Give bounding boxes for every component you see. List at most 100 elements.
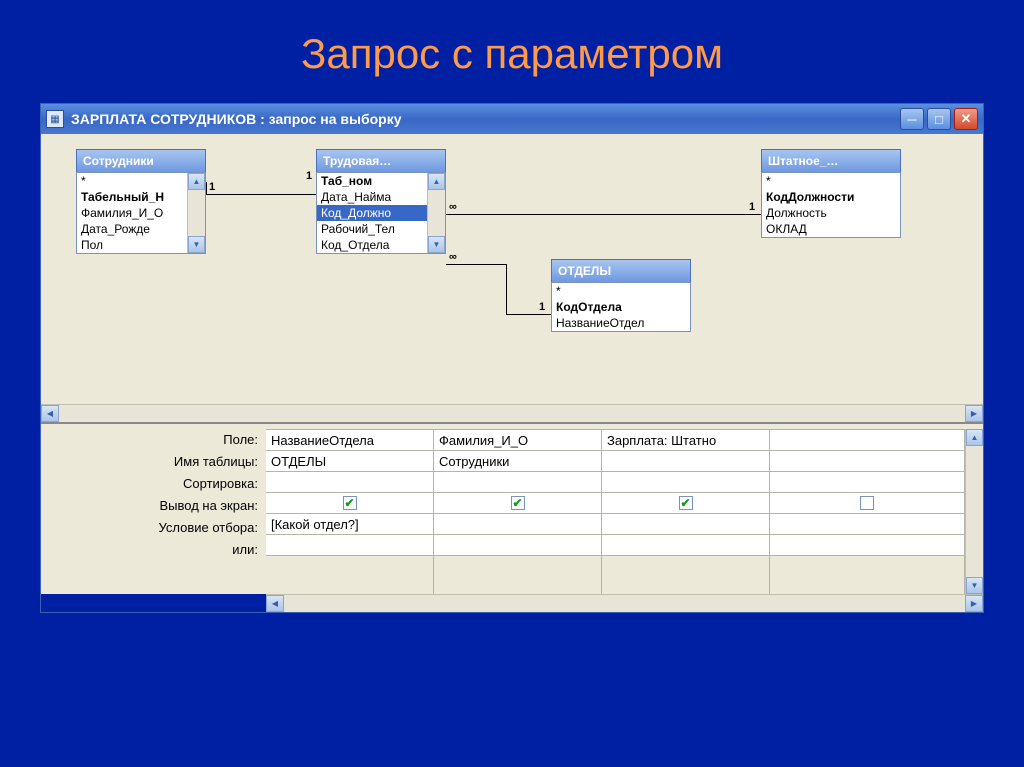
field-item[interactable]: Пол [77,237,187,253]
scroll-left-icon[interactable]: ◀ [266,595,284,612]
checkbox-checked-icon[interactable]: ✔ [343,496,357,510]
scroll-right-icon[interactable]: ▶ [965,595,983,612]
scroll-down-icon[interactable]: ▼ [188,236,205,253]
relation-cardinality: 1 [749,201,755,213]
cell-or[interactable] [602,534,769,556]
field-item[interactable]: Рабочий_Тел [317,221,427,237]
scrollbar-horizontal[interactable]: ◀ ▶ [41,404,983,422]
relation-cardinality: ∞ [449,251,457,263]
field-item[interactable]: НазваниеОтдел [552,315,690,331]
relationship-line [506,314,551,315]
grid-column[interactable]: Зарплата: Штатно ✔ [602,429,770,594]
relationship-line[interactable] [446,264,506,265]
cell-sort[interactable] [770,471,964,493]
relation-cardinality: 1 [306,170,312,182]
checkbox-unchecked-icon[interactable] [860,496,874,510]
grid-column[interactable] [770,429,965,594]
label-or: или: [41,539,266,561]
cell-field[interactable]: Зарплата: Штатно [602,429,769,451]
scroll-up-icon[interactable]: ▲ [428,173,445,190]
scrollbar-vertical[interactable]: ▲ ▼ [187,173,205,253]
grid-column[interactable]: НазваниеОтдела ОТДЕЛЫ ✔ [Какой отдел?] [266,429,434,594]
scroll-left-icon[interactable]: ◀ [41,405,59,422]
cell-sort[interactable] [602,471,769,493]
grid-columns[interactable]: НазваниеОтдела ОТДЕЛЫ ✔ [Какой отдел?] Ф… [266,429,965,594]
field-item[interactable]: Фамилия_И_О [77,205,187,221]
cell-table[interactable] [602,450,769,472]
scroll-up-icon[interactable]: ▲ [966,429,983,446]
table-departments[interactable]: ОТДЕЛЫ * КодОтдела НазваниеОтдел [551,259,691,332]
cell-sort[interactable] [434,471,601,493]
cell-or[interactable] [434,534,601,556]
cell-criteria[interactable]: [Какой отдел?] [266,513,433,535]
label-field: Поле: [41,429,266,451]
checkbox-checked-icon[interactable]: ✔ [511,496,525,510]
relationships-pane[interactable]: Сотрудники * Табельный_Н Фамилия_И_О Дат… [41,134,983,424]
cell-show[interactable]: ✔ [434,492,601,514]
table-header[interactable]: Штатное_… [761,149,901,172]
scrollbar-vertical[interactable]: ▲ ▼ [427,173,445,253]
label-sort: Сортировка: [41,473,266,495]
label-criteria: Условие отбора: [41,517,266,539]
relationship-line[interactable] [206,194,316,195]
minimize-button[interactable]: ─ [900,108,924,130]
cell-field[interactable]: НазваниеОтдела [266,429,433,451]
field-list[interactable]: * КодДолжности Должность ОКЛАД [762,173,900,237]
relationship-line [506,264,507,314]
scroll-right-icon[interactable]: ▶ [965,405,983,422]
cell-criteria[interactable] [602,513,769,535]
scroll-down-icon[interactable]: ▼ [966,577,983,594]
maximize-button[interactable]: □ [927,108,951,130]
field-item[interactable]: Дата_Найма [317,189,427,205]
cell-show[interactable]: ✔ [266,492,433,514]
label-table: Имя таблицы: [41,451,266,473]
slide-title: Запрос с параметром [0,0,1024,103]
scrollbar-horizontal[interactable]: ◀ ▶ [266,594,983,612]
cell-or[interactable] [266,534,433,556]
grid-column[interactable]: Фамилия_И_О Сотрудники ✔ [434,429,602,594]
field-list[interactable]: * Табельный_Н Фамилия_И_О Дата_Рожде Пол [77,173,187,253]
cell-field[interactable] [770,429,964,451]
grid-row-labels: Поле: Имя таблицы: Сортировка: Вывод на … [41,424,266,594]
cell-criteria[interactable] [770,513,964,535]
cell-table[interactable]: Сотрудники [434,450,601,472]
close-button[interactable]: ✕ [954,108,978,130]
field-item[interactable]: Дата_Рожде [77,221,187,237]
field-item[interactable]: Табельный_Н [77,189,187,205]
cell-table[interactable] [770,450,964,472]
field-item[interactable]: * [77,173,187,189]
cell-sort[interactable] [266,471,433,493]
field-list[interactable]: Таб_ном Дата_Найма Код_Должно Рабочий_Те… [317,173,427,253]
field-item[interactable]: КодДолжности [762,189,900,205]
scrollbar-vertical[interactable]: ▲ ▼ [965,429,983,594]
cell-or[interactable] [770,534,964,556]
field-list[interactable]: * КодОтдела НазваниеОтдел [552,283,690,331]
field-item[interactable]: Должность [762,205,900,221]
table-labor[interactable]: Трудовая… Таб_ном Дата_Найма Код_Должно … [316,149,446,254]
relation-cardinality: ∞ [449,201,457,213]
field-item[interactable]: * [762,173,900,189]
cell-field[interactable]: Фамилия_И_О [434,429,601,451]
checkbox-checked-icon[interactable]: ✔ [679,496,693,510]
relationship-line[interactable] [446,214,761,215]
field-item[interactable]: Таб_ном [317,173,427,189]
scroll-up-icon[interactable]: ▲ [188,173,205,190]
field-item[interactable]: * [552,283,690,299]
cell-criteria[interactable] [434,513,601,535]
table-employees[interactable]: Сотрудники * Табельный_Н Фамилия_И_О Дат… [76,149,206,254]
field-item[interactable]: Код_Отдела [317,237,427,253]
field-item-selected[interactable]: Код_Должно [317,205,427,221]
table-staff[interactable]: Штатное_… * КодДолжности Должность ОКЛАД [761,149,901,238]
table-header[interactable]: Сотрудники [76,149,206,172]
relationship-line [206,182,207,195]
query-grid-pane: Поле: Имя таблицы: Сортировка: Вывод на … [41,424,983,594]
cell-table[interactable]: ОТДЕЛЫ [266,450,433,472]
table-header[interactable]: ОТДЕЛЫ [551,259,691,282]
cell-show[interactable]: ✔ [602,492,769,514]
scroll-down-icon[interactable]: ▼ [428,236,445,253]
window-icon: ▦ [46,110,64,128]
table-header[interactable]: Трудовая… [316,149,446,172]
field-item[interactable]: ОКЛАД [762,221,900,237]
field-item[interactable]: КодОтдела [552,299,690,315]
cell-show[interactable] [770,492,964,514]
